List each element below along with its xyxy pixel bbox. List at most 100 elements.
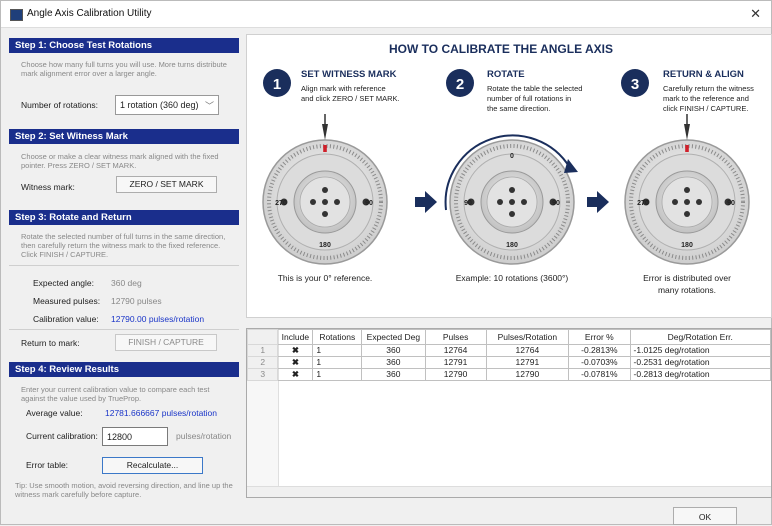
- pulses-cell[interactable]: 12764: [424, 344, 487, 357]
- average-value-label: Average value:: [26, 408, 83, 418]
- rotations-value: 1 rotation (360 deg): [120, 100, 199, 110]
- close-icon[interactable]: ✕: [750, 6, 761, 22]
- ok-button[interactable]: OK: [673, 507, 737, 525]
- fixed-pointer-icon: [684, 124, 690, 140]
- step2-caption: Example: 10 rotations (3600°): [456, 273, 569, 283]
- dial-label-90: 90: [552, 200, 560, 207]
- column-header[interactable]: Expected Deg: [361, 329, 426, 345]
- step2-description: Choose or make a clear witness mark alig…: [21, 152, 219, 170]
- dial-label-90: 90: [365, 200, 373, 207]
- include-checkbox[interactable]: ✖: [277, 368, 314, 381]
- results-grid[interactable]: Include Rotations Expected Deg Pulses Pu…: [246, 328, 772, 498]
- step2-title: ROTATE: [487, 69, 525, 80]
- title-bar: Angle Axis Calibration Utility ✕: [1, 1, 771, 28]
- column-header[interactable]: Rotations: [312, 329, 363, 345]
- rotations-cell[interactable]: 1: [312, 368, 363, 381]
- table-row[interactable]: 2 ✖ 1 360 12791 12791 -0.0703% -0.2531 d…: [246, 356, 772, 369]
- measured-pulses-label: Measured pulses:: [33, 296, 101, 306]
- instruction-panel: HOW TO CALIBRATE THE ANGLE AXIS 1 SET WI…: [246, 34, 772, 318]
- step1-number: 1: [273, 76, 281, 93]
- deg-rotation-error-cell[interactable]: -0.2531 deg/rotation: [629, 356, 772, 369]
- column-header[interactable]: Error %: [568, 329, 631, 345]
- expected-angle-value: 360 deg: [111, 278, 142, 288]
- current-calibration-input[interactable]: 12800: [102, 427, 168, 446]
- step1-title: SET WITNESS MARK: [301, 69, 397, 80]
- table-header-row: Include Rotations Expected Deg Pulses Pu…: [246, 329, 772, 345]
- expected-deg-cell[interactable]: 360: [361, 344, 426, 357]
- dial-label-0: 0: [510, 153, 514, 160]
- pulses-per-rotation-cell[interactable]: 12764: [485, 344, 570, 357]
- include-checkbox[interactable]: ✖: [277, 344, 314, 357]
- witness-mark-label: Witness mark:: [21, 182, 75, 192]
- witness-mark-icon: [685, 145, 689, 152]
- horizontal-scrollbar[interactable]: [247, 486, 771, 497]
- include-checkbox[interactable]: ✖: [277, 356, 314, 369]
- pulses-cell[interactable]: 12791: [424, 356, 487, 369]
- pulses-cell[interactable]: 12790: [424, 368, 487, 381]
- table-row[interactable]: 1 ✖ 1 360 12764 12764 -0.2813% -1.0125 d…: [246, 344, 772, 357]
- step4-heading: Step 4: Review Results: [9, 362, 239, 377]
- step2-line: number of full rotations in: [487, 94, 571, 103]
- step1-line: and click ZERO / SET MARK.: [301, 94, 400, 103]
- steps-panel: Step 1: Choose Test Rotations Choose how…: [9, 37, 241, 501]
- calibration-value-label: Calibration value:: [33, 314, 99, 324]
- divider: [9, 265, 239, 266]
- step3-caption: Error is distributed over: [643, 273, 731, 283]
- finish-capture-button[interactable]: FINISH / CAPTURE: [115, 334, 217, 351]
- zero-set-mark-button[interactable]: ZERO / SET MARK: [116, 176, 217, 193]
- deg-rotation-error-cell[interactable]: -1.0125 deg/rotation: [629, 344, 772, 357]
- witness-mark-icon: [323, 145, 327, 152]
- step3-line: click FINISH / CAPTURE.: [663, 104, 748, 113]
- column-header[interactable]: Include: [277, 329, 314, 345]
- current-calibration-unit: pulses/rotation: [176, 431, 232, 441]
- step1-line: Align mark with reference: [301, 84, 386, 93]
- dial-3: 270 90 180: [623, 114, 751, 266]
- column-header[interactable]: Deg/Rotation Err.: [629, 329, 772, 345]
- column-header[interactable]: Pulses: [424, 329, 487, 345]
- dial-label-180: 180: [681, 242, 693, 249]
- error-table-label: Error table:: [26, 460, 69, 470]
- results-table: Include Rotations Expected Deg Pulses Pu…: [246, 329, 772, 381]
- step3-title: RETURN & ALIGN: [663, 69, 744, 80]
- dial-label-180: 180: [506, 242, 518, 249]
- step4-description: Enter your current calibration value to …: [21, 385, 210, 403]
- row-header-strip: [247, 329, 279, 497]
- pulses-per-rotation-cell[interactable]: 12790: [485, 368, 570, 381]
- expected-deg-cell[interactable]: 360: [361, 356, 426, 369]
- pulses-per-rotation-cell[interactable]: 12791: [485, 356, 570, 369]
- howto-title: HOW TO CALIBRATE THE ANGLE AXIS: [389, 42, 613, 56]
- chevron-down-icon: ﹀: [204, 101, 214, 111]
- footer-bar: [1, 504, 771, 524]
- recalculate-button[interactable]: Recalculate...: [102, 457, 203, 474]
- divider: [9, 329, 239, 330]
- dial-label-90: 90: [727, 200, 735, 207]
- window-title: Angle Axis Calibration Utility: [27, 8, 152, 19]
- deg-rotation-error-cell[interactable]: -0.2813 deg/rotation: [629, 368, 772, 381]
- step3-heading: Step 3: Rotate and Return: [9, 210, 239, 225]
- error-percent-cell[interactable]: -0.0703%: [568, 356, 631, 369]
- dial-label-270: 270: [275, 200, 287, 207]
- rotations-label: Number of rotations:: [21, 100, 99, 110]
- step3-description: Rotate the selected number of full turns…: [21, 232, 226, 259]
- step3-caption: many rotations.: [658, 285, 716, 295]
- expected-deg-cell[interactable]: 360: [361, 368, 426, 381]
- rotations-dropdown[interactable]: 1 rotation (360 deg) ﹀: [115, 95, 219, 115]
- current-calibration-label: Current calibration:: [26, 431, 98, 441]
- main-window: Angle Axis Calibration Utility ✕ Step 1:…: [0, 0, 772, 525]
- step2-heading: Step 2: Set Witness Mark: [9, 129, 239, 144]
- arrow-right-icon: [415, 191, 437, 213]
- column-header[interactable]: Pulses/Rotation: [485, 329, 570, 345]
- step2-number: 2: [456, 76, 464, 93]
- error-percent-cell[interactable]: -0.0781%: [568, 368, 631, 381]
- instruction-graphic: HOW TO CALIBRATE THE ANGLE AXIS 1 SET WI…: [261, 42, 754, 295]
- step1-description: Choose how many full turns you will use.…: [21, 60, 227, 78]
- rotations-cell[interactable]: 1: [312, 356, 363, 369]
- table-row[interactable]: 3 ✖ 1 360 12790 12790 -0.0781% -0.2813 d…: [246, 368, 772, 381]
- step1-caption: This is your 0° reference.: [278, 273, 373, 283]
- step3-line: Carefully return the witness: [663, 84, 754, 93]
- step3-line: mark to the reference and: [663, 94, 749, 103]
- fixed-pointer-icon: [322, 124, 328, 140]
- step3-number: 3: [631, 76, 639, 93]
- rotations-cell[interactable]: 1: [312, 344, 363, 357]
- error-percent-cell[interactable]: -0.2813%: [568, 344, 631, 357]
